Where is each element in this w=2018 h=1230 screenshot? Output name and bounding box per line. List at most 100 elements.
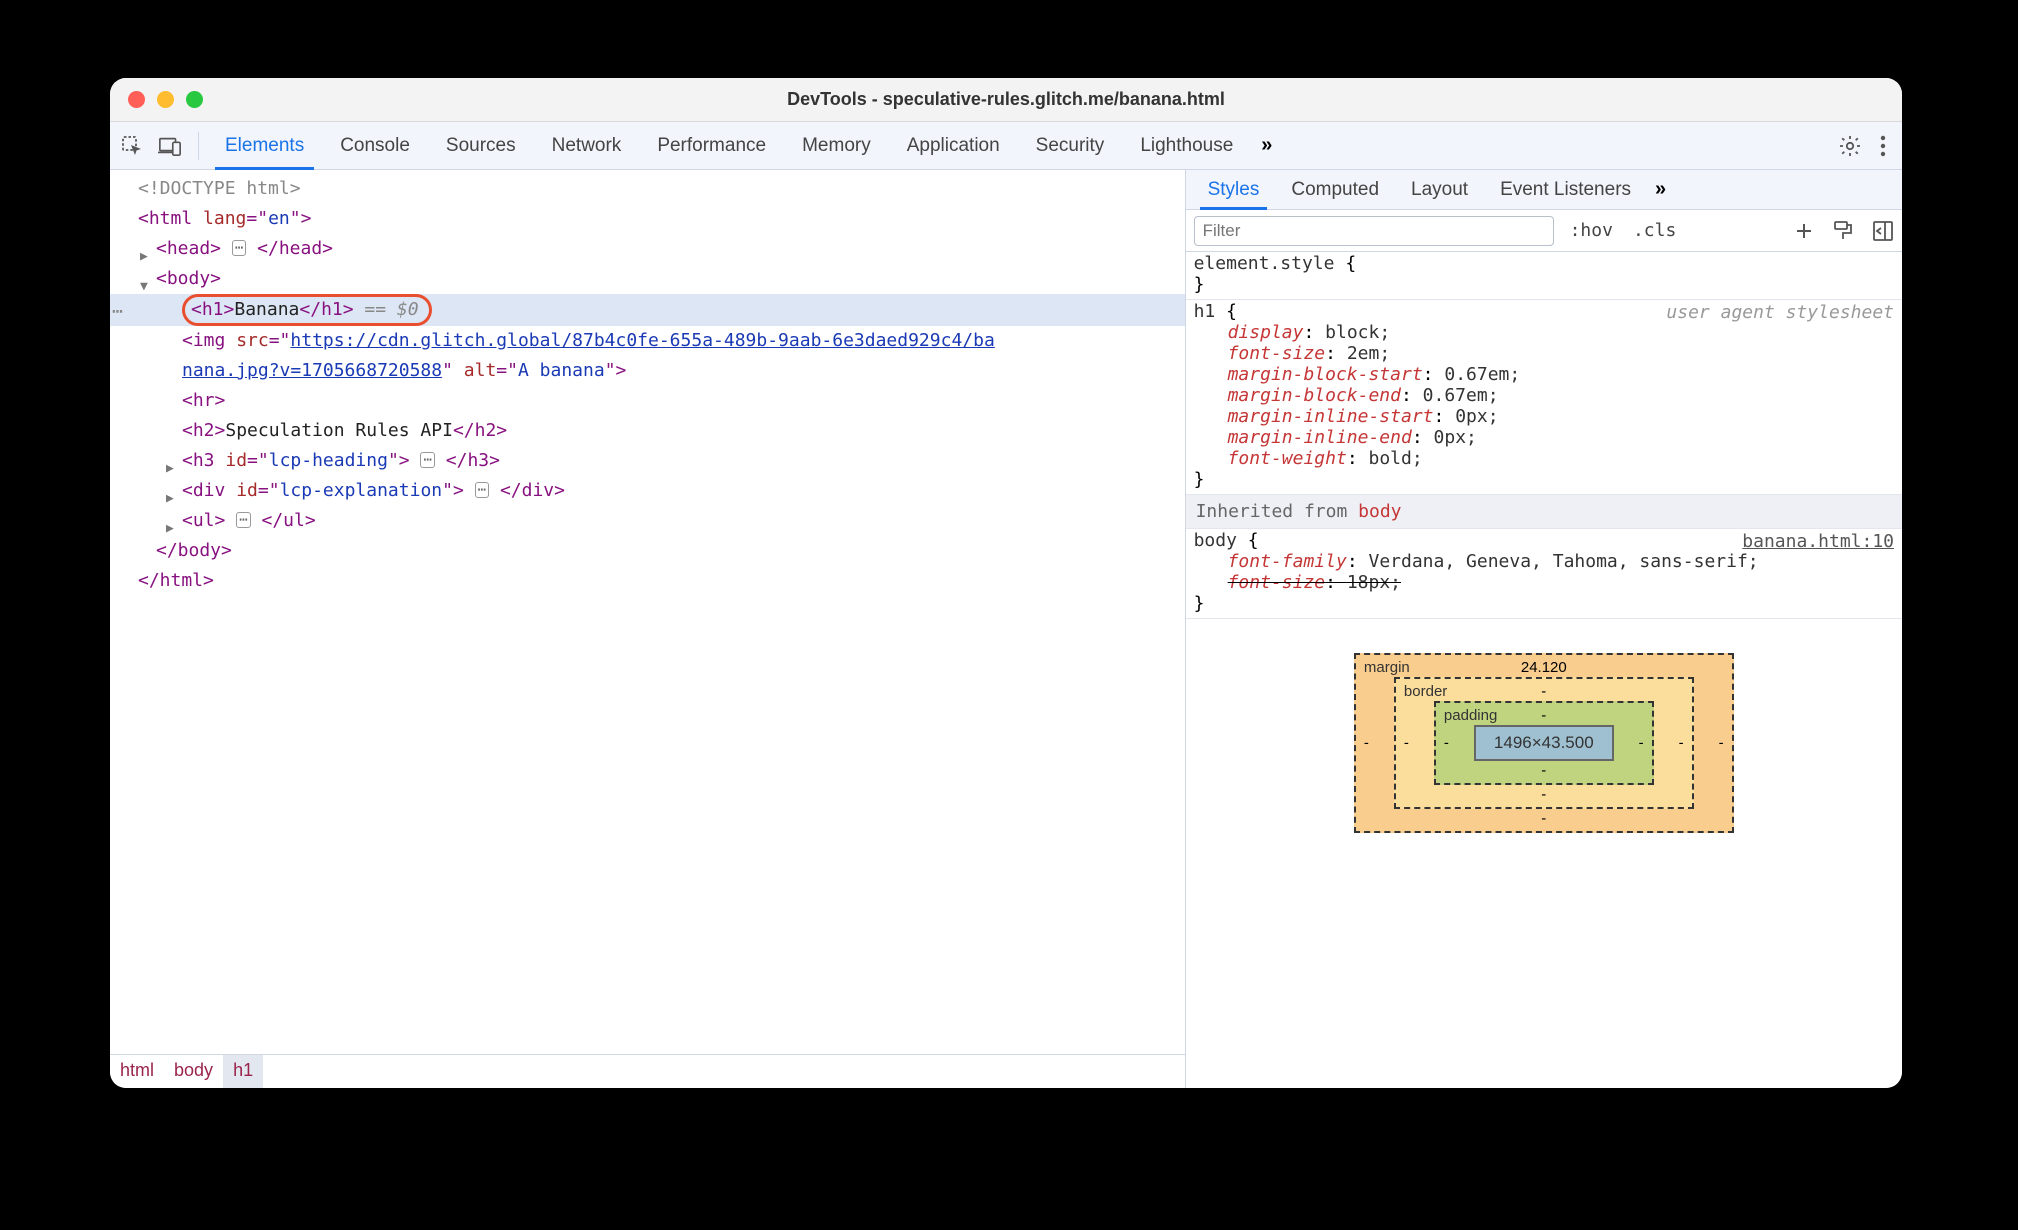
css-declaration[interactable]: margin-inline-start: 0px; bbox=[1194, 406, 1894, 427]
bm-margin-top[interactable]: 24.120 bbox=[1521, 659, 1567, 676]
tab-elements[interactable]: Elements bbox=[207, 122, 322, 169]
css-declaration[interactable]: margin-inline-end: 0px; bbox=[1194, 427, 1894, 448]
styles-panel: Styles Computed Layout Event Listeners »… bbox=[1186, 170, 1902, 1088]
stab-computed[interactable]: Computed bbox=[1275, 170, 1395, 209]
stab-event-listeners[interactable]: Event Listeners bbox=[1484, 170, 1647, 209]
styles-filter-input[interactable] bbox=[1194, 216, 1554, 246]
tab-memory[interactable]: Memory bbox=[784, 122, 889, 169]
css-declaration[interactable]: margin-block-end: 0.67em; bbox=[1194, 385, 1894, 406]
tab-lighthouse[interactable]: Lighthouse bbox=[1122, 122, 1251, 169]
bm-border-right[interactable]: - bbox=[1679, 735, 1684, 752]
devtools-window: DevTools - speculative-rules.glitch.me/b… bbox=[110, 78, 1902, 1088]
ellipsis-badge[interactable]: ⋯ bbox=[236, 512, 250, 528]
bm-border-bottom[interactable]: - bbox=[1541, 786, 1546, 803]
styles-toolbar: :hov .cls bbox=[1186, 210, 1902, 252]
tab-performance[interactable]: Performance bbox=[639, 122, 784, 169]
tab-sources[interactable]: Sources bbox=[428, 122, 534, 169]
bm-margin-bottom[interactable]: - bbox=[1541, 810, 1546, 827]
selector-text: h1 bbox=[1194, 301, 1216, 322]
dom-html-close[interactable]: </html> bbox=[110, 566, 1185, 596]
dom-doctype[interactable]: <!DOCTYPE html> bbox=[110, 174, 1185, 204]
kebab-menu-icon[interactable] bbox=[1880, 135, 1886, 157]
h1-rule[interactable]: user agent stylesheet h1 { display: bloc… bbox=[1186, 300, 1902, 495]
inherited-from-bar: Inherited from body bbox=[1186, 495, 1902, 529]
minimize-icon[interactable] bbox=[157, 91, 174, 108]
zoom-icon[interactable] bbox=[186, 91, 203, 108]
gear-icon[interactable] bbox=[1838, 134, 1862, 158]
css-declaration[interactable]: font-size: 18px; bbox=[1194, 572, 1894, 593]
ua-stylesheet-note: user agent stylesheet bbox=[1666, 302, 1894, 323]
css-declaration[interactable]: font-family: Verdana, Geneva, Tahoma, sa… bbox=[1194, 551, 1894, 572]
dom-h3[interactable]: ▶<h3 id="lcp-heading"> ⋯ </h3> bbox=[110, 446, 1185, 476]
main-tab-bar: Elements Console Sources Network Perform… bbox=[110, 122, 1902, 170]
close-icon[interactable] bbox=[128, 91, 145, 108]
hov-toggle[interactable]: :hov bbox=[1566, 220, 1617, 241]
dom-div[interactable]: ▶<div id="lcp-explanation"> ⋯ </div> bbox=[110, 476, 1185, 506]
dom-html-open[interactable]: <html lang="en"> bbox=[110, 204, 1185, 234]
bm-margin-right[interactable]: - bbox=[1719, 735, 1724, 752]
new-style-rule-icon[interactable] bbox=[1794, 221, 1814, 241]
dom-selected-h1[interactable]: ⋯ <h1>Banana</h1> == $0 bbox=[110, 294, 1185, 326]
dom-body-open[interactable]: ▼<body> bbox=[110, 264, 1185, 294]
ellipsis-badge[interactable]: ⋯ bbox=[475, 482, 489, 498]
traffic-lights bbox=[128, 91, 203, 108]
more-tabs-icon[interactable]: » bbox=[1261, 134, 1272, 157]
tab-application[interactable]: Application bbox=[889, 122, 1018, 169]
tab-security[interactable]: Security bbox=[1018, 122, 1123, 169]
dom-h2[interactable]: <h2>Speculation Rules API</h2> bbox=[110, 416, 1185, 446]
tab-network[interactable]: Network bbox=[534, 122, 640, 169]
body-rule[interactable]: banana.html:10 body { font-family: Verda… bbox=[1186, 529, 1902, 619]
stab-styles[interactable]: Styles bbox=[1192, 170, 1276, 209]
bm-margin-label: margin bbox=[1364, 659, 1410, 676]
bm-padding-label: padding bbox=[1444, 707, 1497, 724]
dom-hr[interactable]: <hr> bbox=[110, 386, 1185, 416]
inherited-from-element[interactable]: body bbox=[1358, 501, 1401, 522]
bm-margin-left[interactable]: - bbox=[1364, 735, 1369, 752]
bm-padding-top[interactable]: - bbox=[1541, 707, 1546, 724]
crumb-body[interactable]: body bbox=[164, 1055, 223, 1088]
dom-ul[interactable]: ▶<ul> ⋯ </ul> bbox=[110, 506, 1185, 536]
main-content: <!DOCTYPE html> <html lang="en"> ▶<head>… bbox=[110, 170, 1902, 1088]
css-declaration[interactable]: font-size: 2em; bbox=[1194, 343, 1894, 364]
paint-icon[interactable] bbox=[1832, 220, 1854, 242]
more-styles-tabs-icon[interactable]: » bbox=[1655, 178, 1666, 201]
dom-img-line2[interactable]: nana.jpg?v=1705668720588" alt="A banana"… bbox=[110, 356, 1185, 386]
cls-toggle[interactable]: .cls bbox=[1629, 220, 1680, 241]
bm-padding-right[interactable]: - bbox=[1639, 735, 1644, 752]
dom-head[interactable]: ▶<head> ⋯ </head> bbox=[110, 234, 1185, 264]
bm-border-top[interactable]: - bbox=[1541, 683, 1546, 700]
elements-panel: <!DOCTYPE html> <html lang="en"> ▶<head>… bbox=[110, 170, 1186, 1088]
selector-text: body bbox=[1194, 530, 1237, 551]
dom-img-line1[interactable]: <img src="https://cdn.glitch.global/87b4… bbox=[110, 326, 1185, 356]
rule-source-link[interactable]: banana.html:10 bbox=[1742, 531, 1894, 552]
box-model-diagram[interactable]: margin 24.120 - - - border - - - - bbox=[1186, 619, 1902, 1088]
ellipsis-badge[interactable]: ⋯ bbox=[232, 240, 246, 256]
stab-layout[interactable]: Layout bbox=[1395, 170, 1484, 209]
tab-console[interactable]: Console bbox=[322, 122, 428, 169]
inspect-icon[interactable] bbox=[120, 134, 144, 158]
breadcrumb-bar: html body h1 bbox=[110, 1054, 1185, 1088]
element-style-rule[interactable]: element.style { } bbox=[1186, 252, 1902, 300]
bm-content-size[interactable]: 1496×43.500 bbox=[1474, 725, 1614, 761]
bm-padding-left[interactable]: - bbox=[1444, 735, 1449, 752]
row-actions-icon[interactable]: ⋯ bbox=[112, 297, 121, 327]
crumb-h1[interactable]: h1 bbox=[223, 1055, 263, 1088]
device-toggle-icon[interactable] bbox=[158, 134, 182, 158]
titlebar: DevTools - speculative-rules.glitch.me/b… bbox=[110, 78, 1902, 122]
bm-border-left[interactable]: - bbox=[1404, 735, 1409, 752]
selector-text: element.style bbox=[1194, 253, 1335, 274]
bm-border-label: border bbox=[1404, 683, 1447, 700]
crumb-html[interactable]: html bbox=[110, 1055, 164, 1088]
ellipsis-badge[interactable]: ⋯ bbox=[420, 452, 434, 468]
css-declaration[interactable]: margin-block-start: 0.67em; bbox=[1194, 364, 1894, 385]
dom-tree[interactable]: <!DOCTYPE html> <html lang="en"> ▶<head>… bbox=[110, 170, 1185, 1054]
styles-rules: element.style { } user agent stylesheet … bbox=[1186, 252, 1902, 1088]
computed-sidebar-icon[interactable] bbox=[1872, 220, 1894, 242]
bm-padding-bottom[interactable]: - bbox=[1541, 762, 1546, 779]
css-declaration[interactable]: font-weight: bold; bbox=[1194, 448, 1894, 469]
dom-body-close[interactable]: </body> bbox=[110, 536, 1185, 566]
selection-highlight: <h1>Banana</h1> == $0 bbox=[182, 294, 432, 326]
window-title: DevTools - speculative-rules.glitch.me/b… bbox=[110, 89, 1902, 110]
styles-tab-bar: Styles Computed Layout Event Listeners » bbox=[1186, 170, 1902, 210]
css-declaration[interactable]: display: block; bbox=[1194, 322, 1894, 343]
